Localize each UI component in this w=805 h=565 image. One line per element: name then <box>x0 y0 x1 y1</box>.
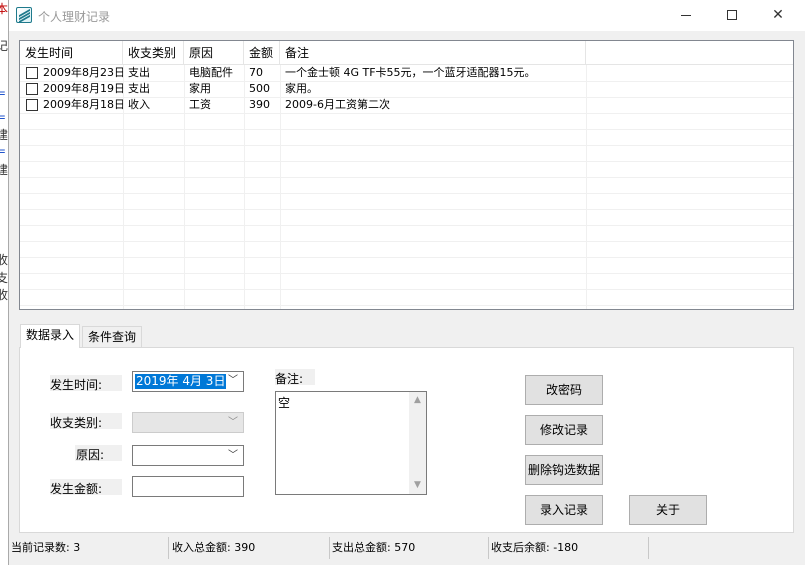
minimize-icon <box>681 14 691 16</box>
background-window-fragment: 本 记 = = 建 = 建 收 支 收 <box>0 0 8 565</box>
records-listview[interactable]: 发生时间 收支类别 原因 金额 备注 2009年8月23日 支出 电脑配件 70… <box>19 40 794 310</box>
cell-date: 2009年8月23日 <box>43 66 123 79</box>
date-label: 发生时间: <box>50 378 103 392</box>
background-text-fragment: 建 <box>0 163 8 177</box>
background-text-fragment: 本 <box>0 2 8 16</box>
maximize-icon <box>727 10 737 20</box>
add-record-button[interactable]: 录入记录 <box>525 495 603 525</box>
cell-reason: 工资 <box>189 98 211 111</box>
cell-date: 2009年8月19日 <box>43 82 123 95</box>
app-window: 个人理财记录 ✕ 发生时间 收支类别 原因 金额 备注 2009年8月23日 支… <box>8 0 805 565</box>
tab-data-entry[interactable]: 数据录入 <box>20 324 81 348</box>
background-text-fragment: 支 <box>0 271 8 285</box>
background-text-fragment: 建 <box>0 128 8 142</box>
cell-reason: 电脑配件 <box>189 66 233 79</box>
status-expense-total: 支出总金额: 570 <box>330 537 489 559</box>
background-text-fragment: 记 <box>0 39 8 53</box>
listview-header: 发生时间 收支类别 原因 金额 备注 <box>20 41 793 65</box>
maximize-button[interactable] <box>709 0 755 31</box>
cell-note: 一个金士顿 4G TF卡55元，一个蓝牙适配器15元。 <box>285 66 536 79</box>
data-entry-panel: 发生时间: 2019年 4月 3日 ﹀ 收支类别: ﹀ 原因: ﹀ 发生金额: … <box>19 347 794 533</box>
note-text: 空 <box>278 396 291 410</box>
tab-query[interactable]: 条件查询 <box>82 326 143 348</box>
column-header-reason[interactable]: 原因 <box>184 41 244 65</box>
scroll-up-icon[interactable]: ▲ <box>409 392 426 409</box>
date-picker[interactable]: 2019年 4月 3日 ﹀ <box>132 371 244 392</box>
date-value: 2019年 4月 3日 <box>135 374 227 389</box>
cell-amount: 390 <box>249 98 270 111</box>
background-text-fragment: = <box>0 86 7 100</box>
table-row[interactable]: 2009年8月23日 支出 电脑配件 70 一个金士顿 4G TF卡55元，一个… <box>20 65 793 81</box>
delete-checked-button[interactable]: 删除钩选数据 <box>525 455 603 485</box>
row-checkbox[interactable] <box>26 83 38 95</box>
close-icon: ✕ <box>772 7 784 23</box>
reason-combobox[interactable]: ﹀ <box>132 445 244 466</box>
column-header-date[interactable]: 发生时间 <box>20 41 123 65</box>
minimize-button[interactable] <box>663 0 709 31</box>
amount-label: 发生金额: <box>50 482 103 496</box>
column-header-type[interactable]: 收支类别 <box>123 41 184 65</box>
type-label: 收支类别: <box>50 416 103 430</box>
modify-record-button[interactable]: 修改记录 <box>525 415 603 445</box>
status-income-total: 收入总金额: 390 <box>170 537 330 559</box>
row-checkbox[interactable] <box>26 67 38 79</box>
background-text-fragment: = <box>0 144 7 158</box>
row-checkbox[interactable] <box>26 99 38 111</box>
about-button[interactable]: 关于 <box>629 495 707 525</box>
background-text-fragment: 收 <box>0 253 8 267</box>
cell-note: 家用。 <box>285 82 318 95</box>
status-bar: 当前记录数: 3 收入总金额: 390 支出总金额: 570 收支后余额: -1… <box>9 537 805 565</box>
note-scrollbar[interactable]: ▲ ▼ <box>409 392 426 494</box>
background-text-fragment: = <box>0 110 7 124</box>
chevron-down-icon[interactable]: ﹀ <box>226 374 240 388</box>
amount-input[interactable] <box>132 476 244 497</box>
change-password-button[interactable]: 改密码 <box>525 375 603 405</box>
table-row[interactable]: 2009年8月18日 收入 工资 390 2009-6月工资第二次 <box>20 97 793 113</box>
column-header-amount[interactable]: 金额 <box>244 41 280 65</box>
scroll-down-icon[interactable]: ▼ <box>409 477 426 494</box>
cell-reason: 家用 <box>189 82 211 95</box>
note-textarea[interactable]: 空 ▲ ▼ <box>275 391 427 495</box>
cell-type: 支出 <box>128 82 150 95</box>
title-bar[interactable]: 个人理财记录 ✕ <box>9 0 805 31</box>
type-combobox[interactable]: ﹀ <box>132 412 244 433</box>
cell-note: 2009-6月工资第二次 <box>285 98 390 111</box>
cell-date: 2009年8月18日 <box>43 98 123 111</box>
table-row[interactable]: 2009年8月19日 支出 家用 500 家用。 <box>20 81 793 97</box>
status-balance: 收支后余额: -180 <box>489 537 649 559</box>
cell-type: 支出 <box>128 66 150 79</box>
window-title: 个人理财记录 <box>38 10 111 24</box>
column-header-note[interactable]: 备注 <box>280 41 586 65</box>
note-label: 备注: <box>275 372 304 386</box>
app-icon <box>16 7 32 24</box>
cell-type: 收入 <box>128 98 150 111</box>
cell-amount: 500 <box>249 82 270 95</box>
chevron-down-icon[interactable]: ﹀ <box>226 416 240 430</box>
cell-amount: 70 <box>249 66 263 79</box>
reason-label: 原因: <box>76 448 105 462</box>
chevron-down-icon[interactable]: ﹀ <box>226 449 240 463</box>
status-record-count: 当前记录数: 3 <box>9 537 169 559</box>
background-text-fragment: 收 <box>0 288 8 302</box>
close-button[interactable]: ✕ <box>755 0 801 31</box>
